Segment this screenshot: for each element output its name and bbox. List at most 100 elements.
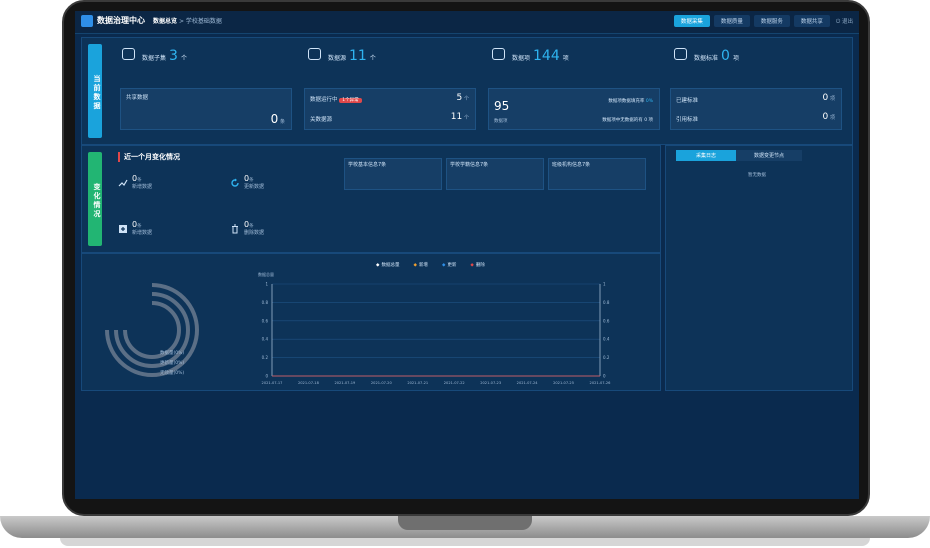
info-box-class-org[interactable]: 班级机构信息7条 [548,158,646,190]
built-standards-value: 0 [822,93,829,103]
info-box-school-status[interactable]: 学校学籍信息7条 [446,158,544,190]
log-tabs: 采集日志 数据变更节点 [676,150,803,161]
inbox-icon [492,48,505,60]
empty-items-label: 数据项中无数据的有 [602,118,643,123]
tab-data-quality[interactable]: 数据质量 [713,15,750,27]
ring-inner [123,301,181,359]
line-chart: 1 1 0.8 0.8 0.6 0.6 0.4 0.4 0.2 0.2 0 0 2021-07-17 20… [262,282,612,386]
shared-data-value: 0 [270,112,279,126]
stat-items-label: 数据项 [512,55,531,62]
standards-card: 已建标准 0 项 引用标准 0 项 [670,88,842,130]
y-tick-label-left: 0.4 [262,337,269,342]
stat-subsets-label: 数据子集 [142,55,167,62]
closed-sources-value: 11 [450,112,463,122]
breadcrumb-root[interactable]: 数据总览 [153,18,177,25]
chart-legend: 数据总量 新增 更新 删除 [376,262,485,268]
data-items-card: 95 数据项 数据项数据填充率 0% 数据项中无数据的有 0 项 [488,88,660,130]
current-data-panel: 当前数据 数据子集 3 个 数据源 11 个 数据项 144 项 数据标准 0 … [81,37,853,145]
info-box-school-basic[interactable]: 学校基本信息7条 [344,158,442,190]
tab-data-collection[interactable]: 数据采集 [673,15,710,27]
screen: 数据治理中心 数据总览 > 学校基础数据 数据采集 数据质量 数据服务 数据共享… [75,11,859,499]
x-tick-label: 2021-07-24 [517,381,539,385]
deleted-label: 删除数据 [244,230,265,236]
y-tick-label-left: 0 [265,374,268,379]
breadcrumb-separator: > [178,18,184,25]
stat-sources-value: 11 [349,48,367,64]
stat-items-unit: 项 [562,55,569,62]
breadcrumb: 数据总览 > 学校基础数据 [153,16,222,25]
laptop-shadow [60,538,870,546]
x-tick-label: 2021-07-22 [444,381,465,385]
legend-new[interactable]: 新增 [413,262,428,268]
shared-data-title: 共享数据 [126,95,149,101]
tab-data-sharing[interactable]: 数据共享 [793,15,830,27]
x-tick-label: 2021-07-17 [262,381,283,385]
stat-subsets-unit: 个 [180,55,187,62]
change-title-text: 近一个月变化情况 [124,153,180,161]
x-tick-label: 2021-07-19 [334,381,356,385]
trend-panel: 数据量(0%) 更新量(0%) 无效量(0%) 数据总量 新增 更新 删除 数据… [81,253,661,391]
y-tick-label-right: 1 [603,282,606,287]
current-data-label: 当前数据 [88,44,102,138]
ref-standards-unit: 项 [829,115,835,121]
funnel-icon [674,48,687,60]
x-tick-label: 2021-07-26 [590,381,612,385]
stat-sources-label: 数据源 [328,55,347,62]
running-sources-value: 5 [456,93,463,103]
y-tick-label-left: 1 [265,282,268,287]
added-unit: 条 [137,178,142,183]
ref-standards-value: 0 [822,112,829,122]
y-tick-label-left: 0.2 [262,355,269,360]
legend-total[interactable]: 数据总量 [376,262,399,268]
added-label: 新增数据 [132,184,153,190]
log-panel: 采集日志 数据变更节点 暂无数据 [665,145,853,391]
stat-subsets: 数据子集 3 个 [122,48,187,64]
document-icon [308,48,321,60]
closed-sources-unit: 个 [463,115,469,121]
stat-items-value: 144 [533,48,560,64]
laptop-notch [398,516,532,530]
stat-standards: 数据标准 0 项 [674,48,739,64]
legend-update[interactable]: 更新 [442,262,456,268]
shared-data-card: 共享数据 0 条 [120,88,292,130]
updated-unit: 条 [249,178,254,183]
ring-label-0: 数据量(0%) [160,351,185,356]
built-standards-unit: 项 [829,96,835,102]
tab-collection-log[interactable]: 采集日志 [676,150,737,161]
stat-standards-value: 0 [721,48,730,64]
error-badge[interactable]: 1个异常 [339,98,362,103]
database-icon [122,48,135,60]
y-tick-label-left: 0.6 [262,318,269,323]
data-items-sub: 数据项 [494,119,508,124]
trash-icon [232,224,238,234]
ring-label-2: 无效量(0%) [160,371,185,376]
empty-items-unit: 项 [648,118,654,123]
change-panel: 变化情况 近一个月变化情况 0条 新增数据 0条 更新数据 0条 新增数据 0条… [81,145,661,253]
change-item-deleted: 0条 删除数据 [244,220,264,236]
tab-change-node[interactable]: 数据变更节点 [736,150,803,161]
running-sources-unit: 个 [463,96,469,102]
app-logo-icon [81,15,93,27]
empty-items-value: 0 [644,118,648,123]
exit-label: 退出 [841,18,853,25]
rings-graphic [105,283,199,377]
y-tick-label-right: 0.8 [603,300,610,305]
change-item-new: 0条 新增数据 [132,220,152,236]
tab-data-service[interactable]: 数据服务 [753,15,790,27]
x-tick-label: 2021-07-25 [553,381,574,385]
exit-button[interactable]: ⏻ 退出 [836,17,853,26]
built-standards-label: 已建标准 [676,98,699,104]
source-status-card: 数据运行中 1个异常 5 个 关数据源 11 个 [304,88,476,130]
deleted-unit: 条 [249,224,254,229]
stat-standards-unit: 项 [732,55,739,62]
trend-up-icon [118,179,128,187]
breadcrumb-current: 学校基础数据 [185,18,222,25]
y-tick-label-right: 0.6 [603,318,610,323]
log-empty-text: 暂无数据 [748,173,766,178]
ref-standards-label: 引用标准 [676,117,699,123]
closed-sources-label: 关数据源 [310,117,333,123]
legend-delete[interactable]: 删除 [470,262,485,268]
x-tick-label: 2021-07-21 [407,381,428,385]
x-tick-label: 2021-07-20 [371,381,393,385]
change-label: 变化情况 [88,152,102,246]
